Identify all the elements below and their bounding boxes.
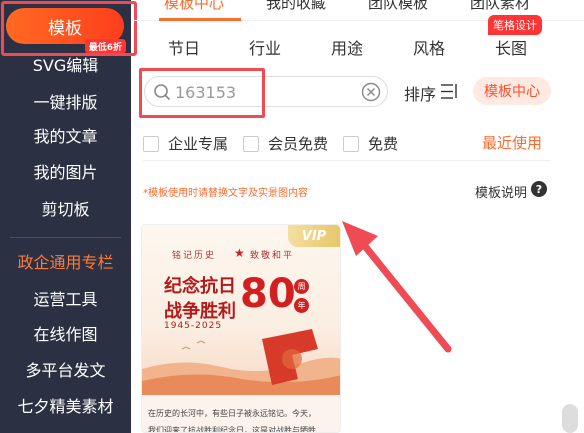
poster-body-line2: 我们迎来了抗战胜利纪念日，这是对战胜与牺牲 bbox=[148, 426, 316, 433]
clear-icon[interactable] bbox=[361, 82, 381, 102]
filter-free-label: 免费 bbox=[368, 135, 399, 153]
sidebar-item-my-articles[interactable]: 我的文章 bbox=[0, 123, 131, 147]
active-tab-underline bbox=[159, 18, 241, 21]
category-festival[interactable]: 节日 bbox=[168, 35, 200, 59]
filter-free[interactable]: 免费 bbox=[343, 133, 398, 154]
usage-hint: *模板使用时请替换文字及实景图内容 bbox=[143, 188, 308, 199]
sort-icon[interactable] bbox=[440, 83, 458, 100]
filter-enterprise-label: 企业专属 bbox=[168, 135, 229, 153]
filter-member-free[interactable]: 会员免费 bbox=[243, 133, 328, 154]
poster-body-line1: 在历史的长河中，有些日子被永远铭记。今天， bbox=[148, 409, 316, 418]
category-style[interactable]: 风格 bbox=[413, 35, 445, 59]
tab-team-materials[interactable]: 团队素材 bbox=[470, 0, 530, 13]
scrollbar-thumb[interactable] bbox=[562, 404, 578, 433]
star-icon: ★ bbox=[234, 246, 245, 260]
vip-badge: VIP bbox=[288, 225, 340, 247]
template-card[interactable]: VIP 铭记历史 ★ 致敬和平 纪念抗日 战争胜利 1945-2025 80 周… bbox=[141, 224, 341, 433]
help-icon[interactable]: ? bbox=[531, 181, 547, 197]
sidebar-item-clipboard[interactable]: 剪切板 bbox=[0, 196, 131, 220]
sidebar-section-title[interactable]: 政企通用专栏 bbox=[0, 249, 131, 273]
tab-template-center[interactable]: 模板中心 bbox=[164, 0, 224, 13]
tab-my-favorites[interactable]: 我的收藏 bbox=[266, 0, 326, 13]
poster-anniversary-number: 80 bbox=[240, 271, 296, 317]
filter-member-free-label: 会员免费 bbox=[268, 135, 329, 153]
app-root: 模板 最低6折 SVG编辑 一键排版 我的文章 我的图片 剪切板 政企通用专栏 … bbox=[0, 0, 584, 433]
filter-member-free-checkbox[interactable] bbox=[243, 135, 259, 152]
template-center-button[interactable]: 模板中心 bbox=[473, 77, 551, 105]
sidebar-highlight-box bbox=[1, 1, 137, 56]
category-long-image[interactable]: 长图 bbox=[495, 35, 527, 59]
sort-label[interactable]: 排序 bbox=[404, 81, 436, 105]
sidebar-item-ops-tools[interactable]: 运营工具 bbox=[0, 286, 131, 310]
category-usage[interactable]: 用途 bbox=[331, 35, 363, 59]
sidebar-divider bbox=[10, 237, 121, 238]
search-highlight-box bbox=[139, 68, 265, 118]
poster-circle-nian: 年 bbox=[294, 298, 309, 313]
poster-title-line2: 战争胜利 bbox=[164, 301, 236, 322]
sidebar-item-svg-editor[interactable]: SVG编辑 bbox=[0, 52, 131, 76]
divider bbox=[143, 160, 551, 161]
template-help-link[interactable]: 模板说明 bbox=[475, 182, 527, 201]
filter-enterprise-checkbox[interactable] bbox=[143, 135, 159, 152]
sidebar-item-multi-platform[interactable]: 多平台发文 bbox=[0, 357, 131, 381]
sidebar-item-online-drawing[interactable]: 在线作图 bbox=[0, 321, 131, 345]
category-industry[interactable]: 行业 bbox=[249, 35, 281, 59]
tab-team-templates[interactable]: 团队模板 bbox=[368, 0, 428, 13]
sidebar-item-qixi-materials[interactable]: 七夕精美素材 bbox=[0, 393, 131, 417]
poster-scene-illustration bbox=[142, 329, 340, 395]
poster-motto-left: 铭记历史 bbox=[172, 251, 217, 261]
poster-circle-zhou: 周 bbox=[294, 279, 309, 294]
sidebar-item-my-images[interactable]: 我的图片 bbox=[0, 159, 131, 183]
sidebar: 模板 最低6折 SVG编辑 一键排版 我的文章 我的图片 剪切板 政企通用专栏 … bbox=[0, 0, 137, 433]
recent-used-link[interactable]: 最近使用 bbox=[482, 132, 542, 153]
sidebar-item-one-click-layout[interactable]: 一键排版 bbox=[0, 89, 131, 113]
poster-title-line1: 纪念抗日 bbox=[164, 276, 236, 297]
category-badge: 笔格设计 bbox=[488, 15, 542, 35]
filter-enterprise[interactable]: 企业专属 bbox=[143, 133, 228, 154]
filter-free-checkbox[interactable] bbox=[343, 135, 359, 152]
poster-motto-right: 致敬和平 bbox=[250, 251, 295, 261]
